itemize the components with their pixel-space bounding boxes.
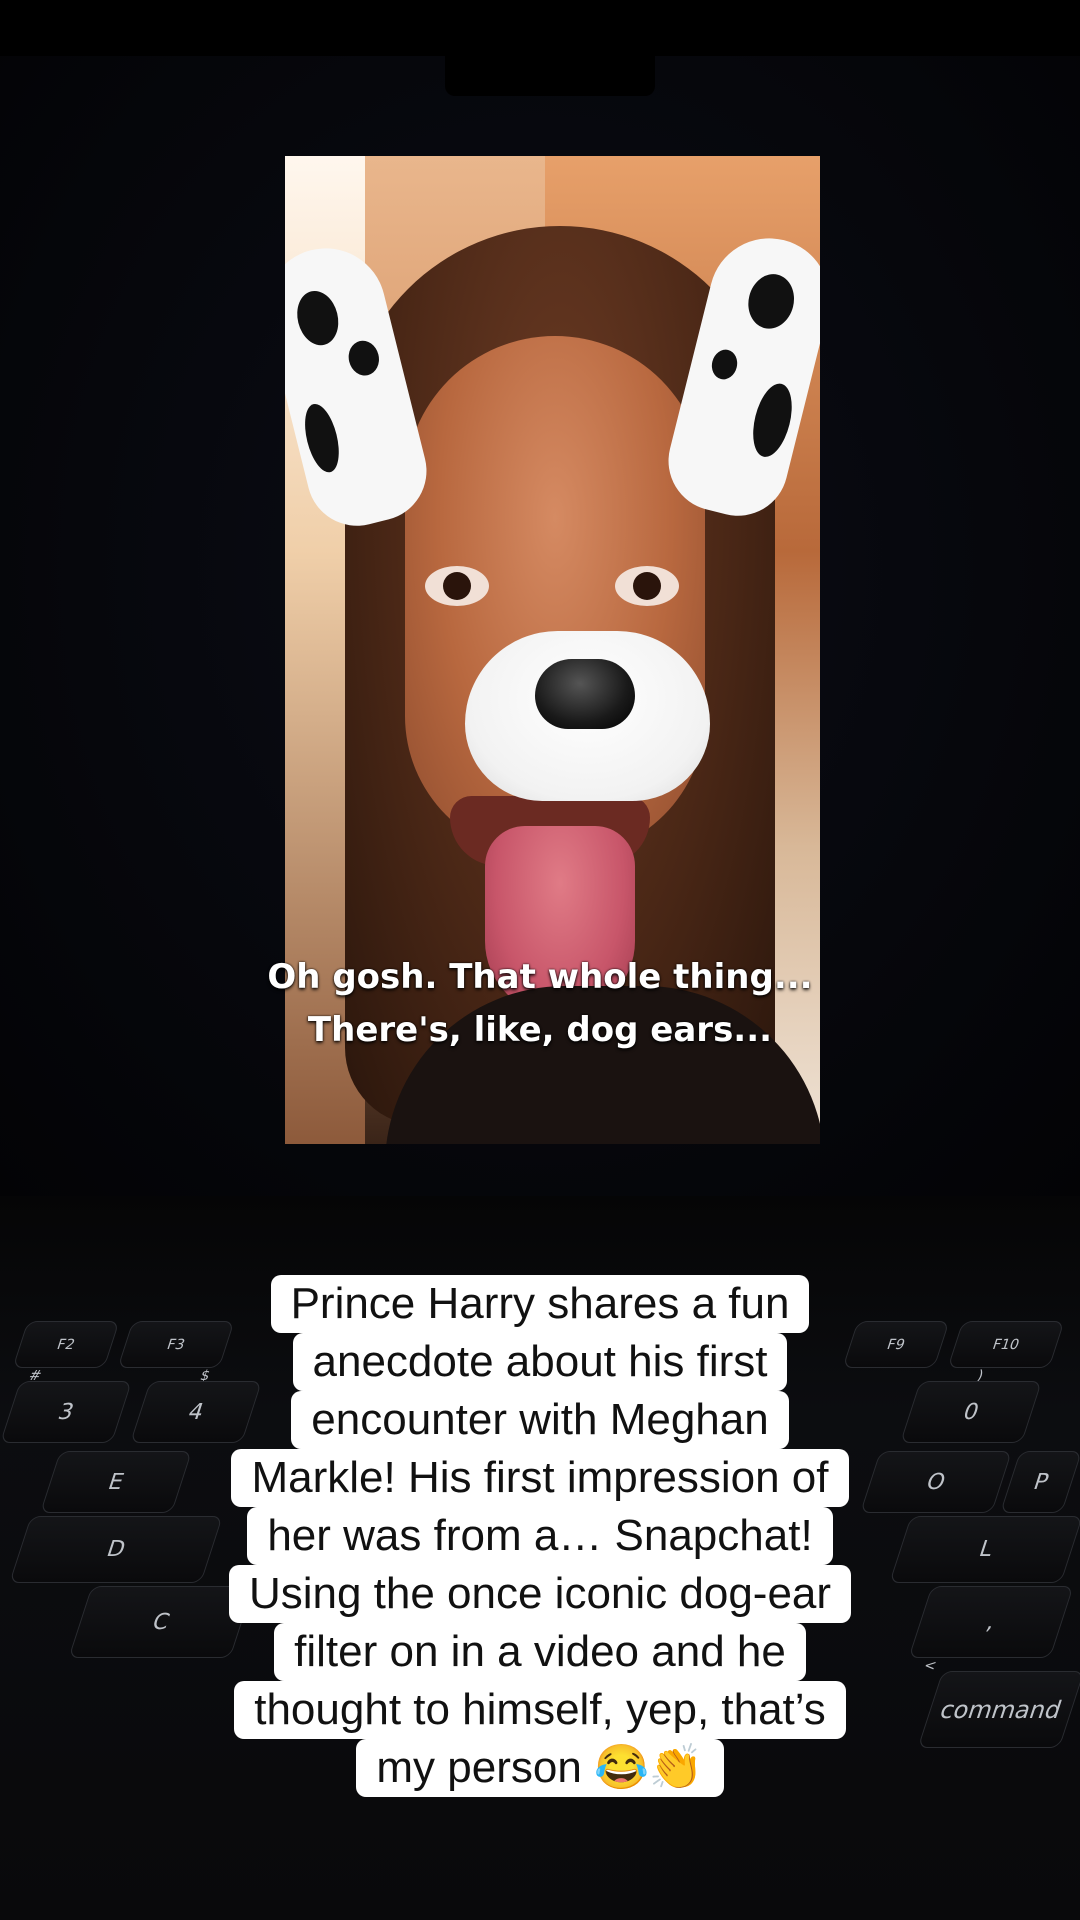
key-3: 3 <box>0 1381 133 1443</box>
dog-nose <box>535 659 635 729</box>
top-bezel <box>0 0 1080 56</box>
video-subtitle-line-2: There's, like, dog ears... <box>307 1010 773 1050</box>
caption-line-3: encounter with Meghan <box>291 1391 789 1449</box>
caption-line-2: anecdote about his first <box>292 1333 788 1391</box>
key-0: 0 <box>899 1381 1043 1443</box>
webcam-notch <box>445 56 655 96</box>
caption-line-6: Using the once iconic dog-ear <box>228 1565 852 1623</box>
dog-snout <box>465 631 710 801</box>
caption-line-8: thought to himself, yep, that’s <box>234 1681 846 1739</box>
caption-line-7: filter on in a video and he <box>274 1623 806 1681</box>
key-p: P <box>999 1451 1080 1513</box>
caption-line-5: her was from a… Snapchat! <box>247 1507 833 1565</box>
post-caption: Prince Harry shares a fun anecdote about… <box>160 1275 920 1797</box>
key-f10: F10 <box>947 1321 1065 1368</box>
caption-line-4: Markle! His first impression of <box>231 1449 849 1507</box>
key-comma: , <box>908 1586 1074 1658</box>
caption-line-1: Prince Harry shares a fun <box>270 1275 810 1333</box>
caption-line-9: my person 😂👏 <box>356 1739 724 1797</box>
key-f2: F2 <box>12 1321 120 1368</box>
key-command: command <box>917 1671 1080 1748</box>
eye-left <box>425 566 489 606</box>
video-subtitle-line-1: Oh gosh. That whole thing... <box>267 957 813 997</box>
eye-right <box>615 566 679 606</box>
